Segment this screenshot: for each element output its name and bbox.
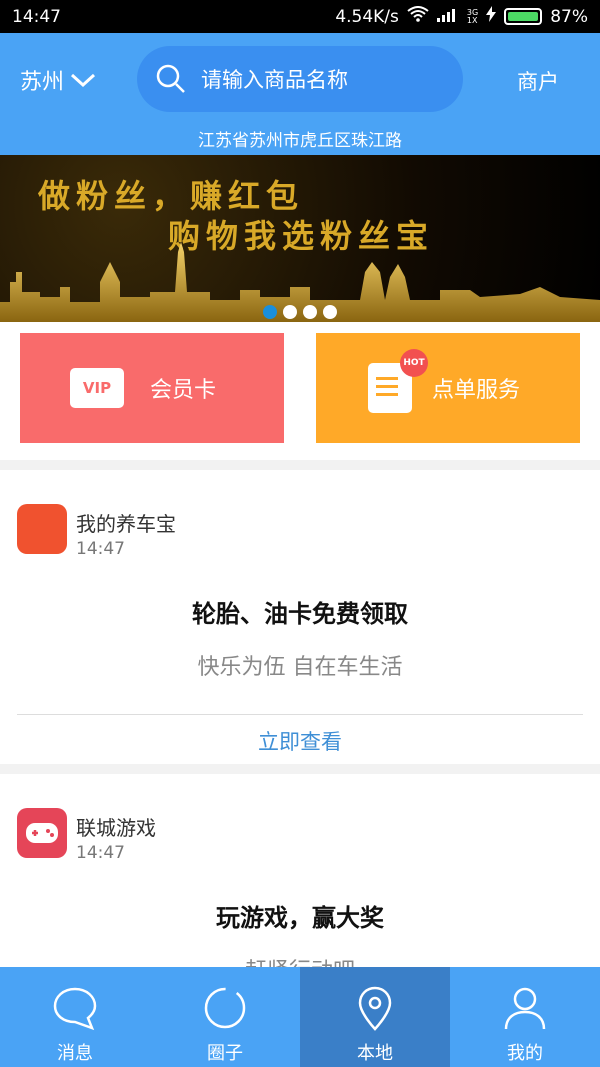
feed-app-name: 我的养车宝	[76, 512, 176, 536]
vip-card-icon: VIP	[70, 368, 124, 408]
profile-icon	[504, 987, 546, 1030]
tab-label: 我的	[507, 1043, 543, 1064]
city-selector[interactable]: 苏州	[20, 64, 96, 96]
tab-label: 圈子	[207, 1043, 243, 1064]
promo-banner[interactable]: 做粉丝，赚红包 购物我选粉丝宝	[0, 155, 600, 322]
wifi-icon	[407, 6, 429, 27]
chevron-down-icon	[71, 73, 96, 88]
search-placeholder: 请输入商品名称	[201, 68, 348, 92]
feed-headline: 玩游戏，赢大奖	[216, 904, 384, 932]
signal-icon	[436, 7, 459, 27]
tab-local[interactable]: 本地	[300, 967, 450, 1067]
hot-badge: HOT	[400, 349, 428, 377]
order-service-button[interactable]: HOT 点单服务	[316, 333, 580, 449]
header: 苏州 请输入商品名称 商户 江苏省苏州市虎丘区珠江路	[0, 33, 600, 155]
pagination-dot[interactable]	[283, 305, 297, 319]
car-app-icon	[17, 504, 67, 554]
search-icon	[156, 64, 185, 93]
view-now-link[interactable]: 立即查看	[0, 726, 600, 756]
pagination-dot[interactable]	[263, 305, 277, 319]
service-cards: VIP 会员卡 HOT 点单服务	[0, 322, 600, 460]
city-label: 苏州	[20, 70, 65, 95]
tab-profile[interactable]: 我的	[450, 967, 600, 1067]
feed-headline: 轮胎、油卡免费领取	[192, 600, 408, 628]
vip-card-label: 会员卡	[150, 378, 217, 403]
network-speed: 4.54K/s	[335, 6, 399, 27]
pagination-dot[interactable]	[303, 305, 317, 319]
order-service-label: 点单服务	[432, 378, 521, 403]
banner-pagination	[0, 305, 600, 319]
charging-icon	[486, 6, 497, 27]
network-type: 3G 1X	[466, 7, 479, 25]
vip-card-button[interactable]: VIP 会员卡	[20, 333, 284, 449]
status-bar: 14:47 4.54K/s 3G 1X 87%	[0, 0, 600, 33]
divider	[17, 714, 583, 715]
feed-subtitle: 快乐为伍 自在车生活	[197, 655, 403, 680]
feed-app-name: 联城游戏	[76, 816, 156, 840]
order-icon: HOT	[368, 349, 428, 413]
feed-time: 14:47	[76, 539, 125, 559]
tab-label: 本地	[357, 1043, 393, 1064]
bottom-tab-bar: 消息 圈子 本地 我的	[0, 967, 600, 1067]
address-label[interactable]: 江苏省苏州市虎丘区珠江路	[0, 126, 600, 151]
tab-label: 消息	[57, 1043, 93, 1064]
feed-time: 14:47	[76, 843, 125, 863]
location-icon	[358, 986, 392, 1031]
battery-icon	[504, 8, 543, 25]
tab-circle[interactable]: 圈子	[150, 967, 300, 1067]
gamepad-app-icon	[17, 808, 67, 858]
pagination-dot[interactable]	[323, 305, 337, 319]
merchant-button[interactable]: 商户	[517, 66, 559, 96]
status-time: 14:47	[12, 6, 61, 27]
circle-icon	[204, 987, 246, 1029]
feed-card[interactable]: 联城游戏 14:47 玩游戏，赢大奖 赶紧行动吧	[0, 774, 600, 967]
battery-percent: 87%	[550, 6, 588, 27]
message-icon	[53, 987, 97, 1031]
search-input[interactable]: 请输入商品名称	[137, 46, 463, 112]
feed-card[interactable]: 我的养车宝 14:47 轮胎、油卡免费领取 快乐为伍 自在车生活 立即查看	[0, 470, 600, 764]
feed-subtitle: 赶紧行动吧	[0, 953, 600, 967]
tab-messages[interactable]: 消息	[0, 967, 150, 1067]
